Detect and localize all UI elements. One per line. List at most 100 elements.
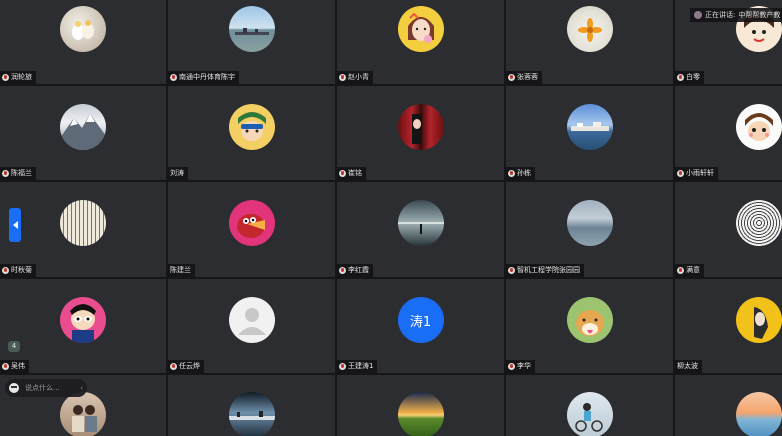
name-tag: 任云烨 bbox=[168, 360, 204, 373]
participant-tile[interactable]: 小雨轩轩 bbox=[675, 86, 782, 180]
avatar-calligraphy bbox=[60, 200, 106, 246]
avatar-initials: 涛1 bbox=[409, 314, 432, 330]
avatar-cartoon-boy bbox=[228, 104, 275, 150]
speaker-name: 中帮帮教产教 bbox=[738, 11, 781, 19]
name-tag: 孙栋 bbox=[506, 167, 535, 180]
participant-name: 赵小青 bbox=[348, 73, 369, 81]
name-tag: 南通中丹体育陈宇 bbox=[168, 71, 239, 84]
speaker-avatar bbox=[694, 11, 702, 19]
avatar-portrait bbox=[397, 104, 444, 150]
participant-tile[interactable]: 崔铭 bbox=[337, 86, 504, 180]
mic-muted-icon bbox=[677, 267, 684, 274]
avatar-cartoon-kid bbox=[736, 104, 782, 150]
name-tag: 智机工程学院张园园 bbox=[506, 264, 584, 277]
participant-name: 陈福兰 bbox=[11, 169, 32, 177]
participant-tile[interactable]: 陈建兰 bbox=[168, 182, 335, 277]
participant-tile[interactable] bbox=[506, 375, 673, 436]
participant-tile[interactable]: 柳太波 bbox=[675, 279, 782, 373]
mic-muted-icon bbox=[508, 74, 515, 81]
mic-muted-icon bbox=[508, 363, 515, 370]
avatar-mountain bbox=[60, 104, 106, 150]
avatar-peach-sky bbox=[736, 392, 782, 436]
name-tag: 润轮旅 bbox=[0, 71, 36, 84]
avatar-birds bbox=[60, 6, 106, 52]
avatar-ocean bbox=[397, 200, 444, 246]
participant-tile[interactable]: 李红霞 bbox=[337, 182, 504, 277]
mic-muted-icon bbox=[508, 170, 515, 177]
chevron-left-icon[interactable]: ‹ bbox=[80, 384, 83, 392]
participant-name: 张蓉蓉 bbox=[517, 73, 538, 81]
participant-name: 满意 bbox=[686, 266, 700, 274]
mic-muted-icon bbox=[339, 363, 346, 370]
participant-tile[interactable]: 润轮旅 bbox=[0, 0, 166, 84]
chat-input[interactable]: 说点什么... ‹ bbox=[5, 379, 87, 397]
chat-placeholder: 说点什么... bbox=[25, 384, 60, 392]
avatar-text: 涛1 bbox=[397, 297, 444, 343]
participant-name: 小雨轩轩 bbox=[686, 169, 714, 177]
participant-tile[interactable]: 南通中丹体育陈宇 bbox=[168, 0, 335, 84]
participant-tile[interactable] bbox=[337, 375, 504, 436]
video-grid: 润轮旅 南通中丹体育陈宇 赵小青 张蓉蓉 白零 陈福兰 刘涛 崔铭 孙栋 小雨轩… bbox=[0, 0, 782, 436]
participant-name: 陈建兰 bbox=[170, 266, 191, 274]
participant-tile[interactable] bbox=[168, 375, 335, 436]
mic-muted-icon bbox=[170, 74, 177, 81]
avatar-yellow-figure bbox=[736, 297, 782, 343]
avatar-grey-water bbox=[566, 200, 613, 246]
participant-tile[interactable] bbox=[675, 375, 782, 436]
participant-tile[interactable]: 涛1 王建涛1 bbox=[337, 279, 504, 373]
participant-tile[interactable]: 刘涛 bbox=[168, 86, 335, 180]
mic-muted-icon bbox=[677, 74, 684, 81]
avatar-shoreline bbox=[228, 392, 275, 436]
mic-muted-icon bbox=[2, 363, 9, 370]
mic-muted-icon bbox=[339, 74, 346, 81]
participant-name: 润轮旅 bbox=[11, 73, 32, 81]
avatar-flower bbox=[566, 6, 613, 52]
participant-tile[interactable]: 李华 bbox=[506, 279, 673, 373]
avatar-lake-city bbox=[566, 104, 613, 150]
speaking-label: 正在讲话: bbox=[705, 11, 736, 19]
name-tag: 刘涛 bbox=[168, 167, 188, 180]
mic-muted-icon bbox=[677, 170, 684, 177]
participant-tile[interactable]: 时秋菊 bbox=[0, 182, 166, 277]
avatar-cartoon-girl bbox=[397, 6, 444, 52]
participant-tile[interactable]: 任云烨 bbox=[168, 279, 335, 373]
participant-tile[interactable]: 满意 bbox=[675, 182, 782, 277]
collapse-panel-button[interactable] bbox=[9, 208, 21, 242]
participant-name: 李红霞 bbox=[348, 266, 369, 274]
participant-tile[interactable]: 张蓉蓉 bbox=[506, 0, 673, 84]
participant-name: 王建涛1 bbox=[348, 362, 374, 370]
name-tag: 满意 bbox=[675, 264, 704, 277]
participant-tile[interactable]: 智机工程学院张园园 bbox=[506, 182, 673, 277]
participant-name: 孙栋 bbox=[517, 169, 531, 177]
name-tag: 吴伟 bbox=[0, 360, 29, 373]
participant-name: 南通中丹体育陈宇 bbox=[179, 73, 235, 81]
mic-muted-icon bbox=[2, 267, 9, 274]
name-tag: 陈建兰 bbox=[168, 264, 195, 277]
participant-name: 任云烨 bbox=[179, 362, 200, 370]
mic-muted-icon bbox=[339, 267, 346, 274]
name-tag: 柳太波 bbox=[675, 360, 702, 373]
mic-muted-icon bbox=[508, 267, 515, 274]
participant-tile[interactable]: 赵小青 bbox=[337, 0, 504, 84]
participant-tile[interactable]: 孙栋 bbox=[506, 86, 673, 180]
participant-tile[interactable]: 吴伟 bbox=[0, 279, 166, 373]
participant-name: 吴伟 bbox=[11, 362, 25, 370]
name-tag: 白零 bbox=[675, 71, 704, 84]
avatar-default bbox=[228, 297, 275, 343]
name-tag: 崔铭 bbox=[337, 167, 366, 180]
name-tag: 李红霞 bbox=[337, 264, 373, 277]
avatar-people bbox=[60, 392, 106, 436]
participant-name: 李华 bbox=[517, 362, 531, 370]
avatar-sketch bbox=[736, 200, 782, 246]
name-tag: 王建涛1 bbox=[337, 360, 378, 373]
mic-muted-icon bbox=[2, 74, 9, 81]
name-tag: 李华 bbox=[506, 360, 535, 373]
chat-bubble-icon bbox=[9, 383, 19, 393]
avatar-bike-rider bbox=[566, 392, 613, 436]
name-tag: 赵小青 bbox=[337, 71, 373, 84]
participant-name: 时秋菊 bbox=[11, 266, 32, 274]
participant-tile[interactable]: 陈福兰 bbox=[0, 86, 166, 180]
name-tag: 小雨轩轩 bbox=[675, 167, 718, 180]
avatar-dog bbox=[566, 297, 613, 343]
participant-name: 柳太波 bbox=[677, 362, 698, 370]
